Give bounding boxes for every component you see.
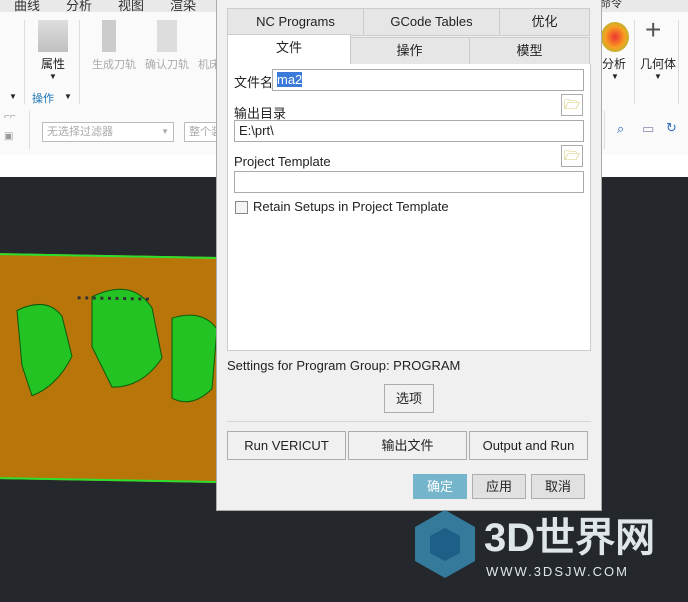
filename-input[interactable]: ma2 (272, 69, 584, 91)
divider (79, 20, 80, 104)
browse-project-template-button[interactable]: 🗁 (561, 145, 583, 167)
chevron-down-icon[interactable]: ▼ (9, 92, 17, 101)
properties-button[interactable]: 属性 (41, 55, 65, 72)
horses-graphic: ▪ ▪ ▪ ▪ ▪ ▪ ▪ ▪ ▪ ▪ (16, 288, 218, 403)
horse-relief-model: ▪ ▪ ▪ ▪ ▪ ▪ ▪ ▪ ▪ ▪ (0, 253, 219, 483)
chevron-down-icon[interactable]: ▼ (654, 72, 662, 81)
tab-file[interactable]: 文件 (227, 34, 351, 65)
calligraphy: ▪ ▪ ▪ ▪ ▪ ▪ ▪ ▪ ▪ ▪ (77, 291, 150, 306)
geometry-button[interactable]: 几何体 (640, 55, 676, 72)
folder-open-icon: 🗁 (563, 97, 581, 112)
geometry-icon: + (645, 14, 662, 45)
tab-gcode-tables[interactable]: GCode Tables (363, 8, 500, 36)
folder-open-icon: 🗁 (563, 148, 581, 163)
snap-icon[interactable]: ⌐⌐ (4, 111, 16, 122)
generate-toolpath-icon (102, 20, 116, 52)
filename-label: 文件名 (234, 75, 274, 90)
scope-value: 整个装 (189, 126, 217, 138)
tab-operations[interactable]: 操作 (349, 37, 470, 65)
divider (29, 111, 30, 149)
file-tab-panel: 文件名 ma2 输出目录 🗁 E:\prt\ Project Template … (227, 64, 591, 351)
filename-value: ma2 (277, 72, 303, 87)
apply-button[interactable]: 应用 (472, 474, 526, 499)
filter-value: 无选择过滤器 (47, 126, 113, 138)
chevron-down-icon[interactable]: ▼ (49, 72, 57, 81)
operations-group-label: 操作 (32, 93, 54, 105)
run-vericut-button[interactable]: Run VERICUT (227, 431, 346, 460)
divider (227, 421, 591, 422)
divider (604, 111, 605, 149)
browse-output-dir-button[interactable]: 🗁 (561, 94, 583, 116)
output-dir-value: E:\prt\ (239, 123, 274, 138)
chevron-down-icon[interactable]: ▼ (64, 92, 72, 101)
watermark-cube-logo (415, 510, 475, 578)
selection-scope-dropdown[interactable]: 整个装 (184, 122, 218, 142)
divider (678, 20, 679, 104)
chevron-down-icon[interactable]: ▼ (611, 72, 619, 81)
project-template-label: Project Template (234, 154, 331, 169)
selection-filter-dropdown[interactable]: 无选择过滤器 ▼ (42, 122, 174, 142)
command-search-partial[interactable]: 命令 (600, 0, 622, 11)
retain-setups-checkbox[interactable] (235, 201, 248, 214)
generate-toolpath-button[interactable]: 生成刀轨 (92, 56, 136, 72)
project-template-input[interactable] (234, 171, 584, 193)
divider (24, 20, 25, 104)
assembly-icon[interactable]: ▣ (4, 131, 13, 142)
pan-icon[interactable]: ▭ (642, 121, 654, 137)
watermark-brand: 3D世界网 (484, 516, 656, 560)
analysis-icon (601, 22, 629, 52)
options-button[interactable]: 选项 (384, 384, 434, 413)
output-dir-input[interactable]: E:\prt\ (234, 120, 584, 142)
tab-model[interactable]: 模型 (469, 37, 590, 65)
tab-optimize[interactable]: 优化 (499, 8, 590, 36)
output-file-button[interactable]: 输出文件 (348, 431, 467, 460)
properties-icon (38, 20, 68, 52)
chevron-down-icon: ▼ (161, 127, 169, 136)
tab-nc-programs[interactable]: NC Programs (227, 8, 364, 36)
ok-button[interactable]: 确定 (413, 474, 467, 499)
output-and-run-button[interactable]: Output and Run (469, 431, 588, 460)
rotate-icon[interactable]: ↻ (666, 120, 677, 136)
verify-toolpath-icon (157, 20, 177, 52)
zoom-fit-icon[interactable]: ⌕ (617, 121, 624, 137)
divider (634, 20, 635, 104)
cancel-button[interactable]: 取消 (531, 474, 585, 499)
retain-setups-label: Retain Setups in Project Template (253, 199, 449, 214)
watermark-url: WWW.3DSJW.COM (486, 564, 629, 579)
verify-toolpath-button[interactable]: 确认刀轨 (145, 56, 189, 72)
settings-text: Settings for Program Group: PROGRAM (227, 358, 461, 373)
analysis-button[interactable]: 分析 (602, 55, 626, 72)
post-process-dialog: NC Programs GCode Tables 优化 操作 模型 文件 文件名… (216, 0, 602, 511)
